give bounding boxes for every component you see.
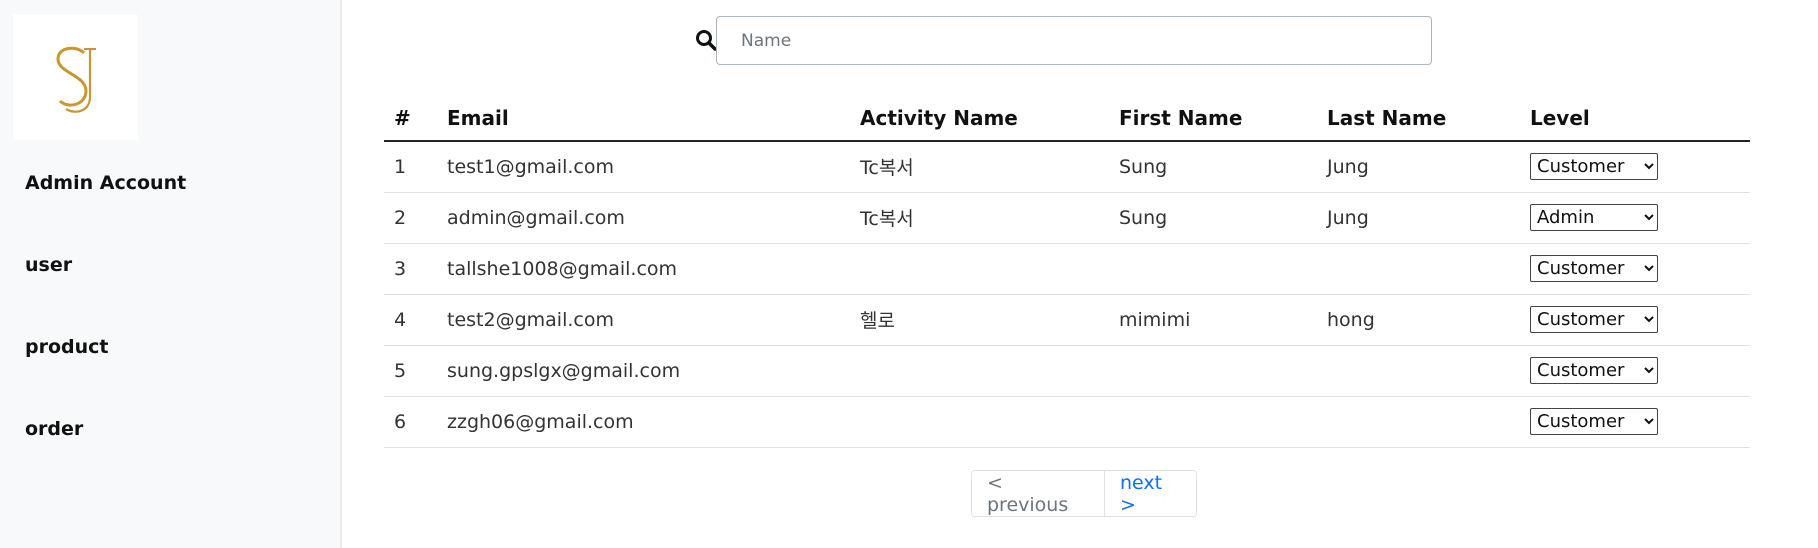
cell-level: CustomerAdmin	[1520, 141, 1750, 193]
cell-last-name	[1317, 345, 1520, 397]
cell-level: CustomerAdmin	[1520, 192, 1750, 244]
main-content: # Email Activity Name First Name Last Na…	[344, 0, 1818, 548]
cell-email: sung.gpslgx@gmail.com	[437, 345, 850, 397]
cell-activity-name: Tc복서	[850, 141, 1109, 193]
cell-last-name	[1317, 243, 1520, 295]
level-select[interactable]: CustomerAdmin	[1530, 306, 1658, 333]
search-input[interactable]	[716, 16, 1432, 65]
cell-last-name: Jung	[1317, 141, 1520, 193]
cell-number: 2	[384, 192, 437, 244]
cell-first-name	[1109, 396, 1317, 448]
table-row: 2 admin@gmail.com Tc복서 Sung Jung Custome…	[384, 192, 1750, 244]
pagination: < previous next >	[971, 470, 1197, 517]
cell-number: 4	[384, 294, 437, 346]
level-select[interactable]: CustomerAdmin	[1530, 357, 1658, 384]
cell-last-name	[1317, 396, 1520, 448]
cell-email: tallshe1008@gmail.com	[437, 243, 850, 295]
cell-activity-name	[850, 345, 1109, 397]
cell-activity-name	[850, 243, 1109, 295]
level-select[interactable]: CustomerAdmin	[1530, 204, 1658, 231]
cell-activity-name: Tc복서	[850, 192, 1109, 244]
previous-page-button[interactable]: < previous	[972, 471, 1105, 516]
cell-number: 3	[384, 243, 437, 295]
cell-first-name: Sung	[1109, 141, 1317, 193]
next-page-button[interactable]: next >	[1105, 471, 1196, 516]
table-header-row: # Email Activity Name First Name Last Na…	[384, 95, 1750, 142]
sidebar-item-order[interactable]: order	[25, 418, 83, 440]
logo[interactable]	[13, 15, 138, 140]
cell-number: 1	[384, 141, 437, 193]
sidebar: Admin Account user product order	[0, 0, 342, 548]
table-row: 3 tallshe1008@gmail.com CustomerAdmin	[384, 243, 1750, 295]
sidebar-item-product[interactable]: product	[25, 336, 109, 358]
cell-level: CustomerAdmin	[1520, 294, 1750, 346]
sidebar-item-admin-account[interactable]: Admin Account	[25, 172, 186, 194]
search-icon	[696, 30, 717, 51]
cell-email: test2@gmail.com	[437, 294, 850, 346]
cell-number: 5	[384, 345, 437, 397]
users-table: # Email Activity Name First Name Last Na…	[384, 95, 1750, 448]
cell-level: CustomerAdmin	[1520, 345, 1750, 397]
cell-level: CustomerAdmin	[1520, 396, 1750, 448]
table-row: 5 sung.gpslgx@gmail.com CustomerAdmin	[384, 345, 1750, 397]
table-row: 4 test2@gmail.com 헬로 mimimi hong Custome…	[384, 294, 1750, 346]
cell-first-name: Sung	[1109, 192, 1317, 244]
cell-last-name: hong	[1317, 294, 1520, 346]
level-select[interactable]: CustomerAdmin	[1530, 408, 1658, 435]
cell-level: CustomerAdmin	[1520, 243, 1750, 295]
cell-first-name	[1109, 345, 1317, 397]
sidebar-item-user[interactable]: user	[25, 254, 72, 276]
cell-email: test1@gmail.com	[437, 141, 850, 193]
table-row: 6 zzgh06@gmail.com CustomerAdmin	[384, 396, 1750, 448]
table-row: 1 test1@gmail.com Tc복서 Sung Jung Custome…	[384, 141, 1750, 193]
cell-activity-name	[850, 396, 1109, 448]
column-header-number: #	[384, 95, 437, 142]
cell-email: admin@gmail.com	[437, 192, 850, 244]
sj-logo-mark	[55, 46, 96, 113]
column-header-activity-name: Activity Name	[850, 95, 1109, 142]
column-header-level: Level	[1520, 95, 1750, 142]
cell-activity-name: 헬로	[850, 294, 1109, 346]
cell-first-name: mimimi	[1109, 294, 1317, 346]
column-header-email: Email	[437, 95, 850, 142]
column-header-first-name: First Name	[1109, 95, 1317, 142]
cell-first-name	[1109, 243, 1317, 295]
cell-number: 6	[384, 396, 437, 448]
column-header-last-name: Last Name	[1317, 95, 1520, 142]
cell-email: zzgh06@gmail.com	[437, 396, 850, 448]
level-select[interactable]: CustomerAdmin	[1530, 153, 1658, 181]
cell-last-name: Jung	[1317, 192, 1520, 244]
level-select[interactable]: CustomerAdmin	[1530, 255, 1658, 282]
